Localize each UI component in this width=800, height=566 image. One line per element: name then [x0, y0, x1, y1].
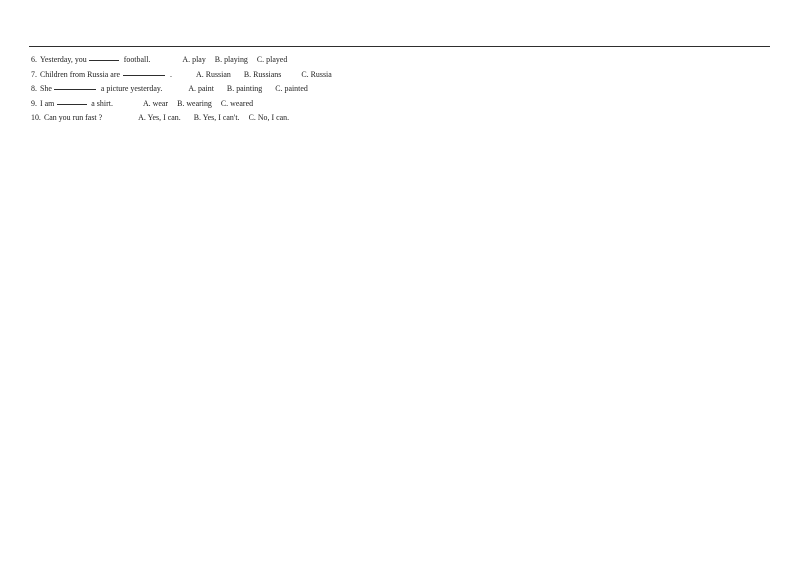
answer-blank[interactable]	[54, 82, 97, 91]
question-item: 9. I am a shirt. A. wear B. wearing C. w…	[31, 97, 771, 112]
answer-blank[interactable]	[89, 53, 120, 61]
question-stem: 6. Yesterday, you football.	[31, 53, 150, 68]
option-c[interactable]: C. painted	[262, 82, 308, 97]
question-item: 7. Children from Russia are . A. Russian…	[31, 68, 771, 83]
question-text-before-blank: I am	[39, 98, 55, 108]
option-b[interactable]: B. playing	[206, 53, 248, 68]
question-stem: 7. Children from Russia are .	[31, 68, 172, 83]
question-item: 10. Can you run fast ? A. Yes, I can. B.…	[31, 111, 771, 126]
question-stem: 9. I am a shirt.	[31, 97, 113, 112]
option-c[interactable]: C. weared	[212, 97, 253, 112]
option-b[interactable]: B. painting	[214, 82, 262, 97]
option-a[interactable]: A. play	[182, 53, 205, 68]
option-b[interactable]: B. Russians	[231, 68, 282, 83]
option-a[interactable]: A. Russian	[196, 68, 231, 83]
top-horizontal-rule	[29, 46, 770, 47]
option-b[interactable]: B. Yes, I can't.	[181, 111, 240, 126]
question-text-after-blank: football.	[123, 55, 151, 64]
question-item: 8. She a picture yesterday. A. paint B. …	[31, 82, 771, 97]
answer-blank[interactable]	[56, 97, 87, 105]
question-text-after-blank: a picture yesterday.	[100, 84, 163, 94]
question-item: 6. Yesterday, you football. A. play B. p…	[31, 53, 771, 68]
option-c[interactable]: C. played	[248, 53, 287, 68]
option-a[interactable]: A. Yes, I can.	[138, 111, 181, 126]
option-a[interactable]: A. wear	[143, 97, 168, 112]
question-text-before-blank: Can you run fast ?	[43, 113, 103, 123]
question-number: 10.	[31, 113, 41, 123]
question-text-before-blank: Yesterday, you	[39, 55, 87, 64]
question-text-after-blank: a shirt.	[91, 98, 113, 108]
option-group: A. play B. playing C. played	[150, 53, 287, 68]
question-list: 6. Yesterday, you football. A. play B. p…	[31, 53, 771, 126]
question-stem: 8. She a picture yesterday.	[31, 82, 162, 97]
document-page: 6. Yesterday, you football. A. play B. p…	[0, 0, 800, 566]
option-group: A. Yes, I can. B. Yes, I can't. C. No, I…	[102, 111, 289, 126]
option-b[interactable]: B. wearing	[168, 97, 212, 112]
question-stem: 10. Can you run fast ?	[31, 111, 102, 126]
answer-blank[interactable]	[122, 68, 165, 76]
option-c[interactable]: C. Russia	[281, 68, 331, 83]
option-a[interactable]: A. paint	[188, 82, 214, 97]
question-text-before-blank: Children from Russia are	[39, 69, 120, 79]
option-group: A. Russian B. Russians C. Russia	[172, 68, 332, 83]
option-c[interactable]: C. No, I can.	[240, 111, 290, 126]
option-group: A. paint B. painting C. painted	[162, 82, 308, 97]
option-group: A. wear B. wearing C. weared	[113, 97, 253, 112]
question-text-before-blank: She	[39, 84, 52, 94]
